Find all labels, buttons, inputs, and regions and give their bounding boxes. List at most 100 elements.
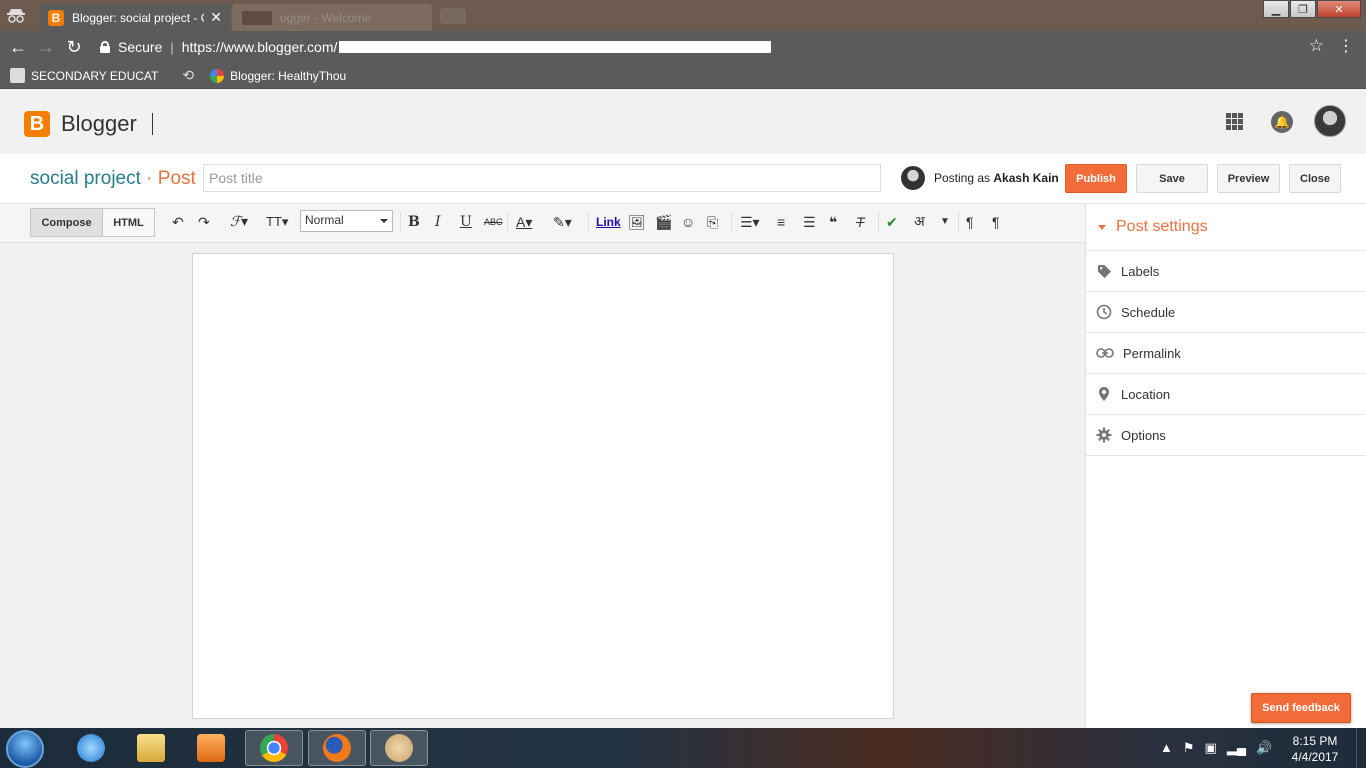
taskbar-media[interactable] (182, 730, 240, 766)
network-signal-icon[interactable]: ▂▄ (1227, 740, 1246, 756)
editor-mode-toggle: Compose HTML (30, 208, 155, 237)
gear-icon (1096, 427, 1112, 443)
google-favicon-icon (210, 68, 225, 83)
blogger-favicon-icon: B (48, 9, 64, 26)
save-button[interactable]: Save (1136, 164, 1208, 193)
apps-grid-icon[interactable] (1226, 113, 1243, 130)
reload-icon[interactable]: ↻ (60, 37, 88, 58)
taskbar-ie[interactable] (62, 730, 120, 766)
send-feedback-button[interactable]: Send feedback (1251, 693, 1351, 723)
tab-title: ogger - Welcome (280, 10, 372, 25)
volume-icon[interactable]: 🔊 (1256, 740, 1272, 756)
blogger-logo-icon[interactable]: B (24, 111, 50, 137)
tray-expand-icon[interactable]: ▲ (1160, 740, 1173, 756)
settings-item-permalink[interactable]: Permalink (1086, 333, 1366, 374)
font-size-icon[interactable]: TT▾ (266, 214, 288, 230)
insert-image-icon[interactable]: 🖼 (628, 214, 646, 230)
blogger-header: B Blogger 🔔 (0, 89, 1366, 154)
internet-explorer-icon (77, 734, 105, 762)
device-icon[interactable]: ▣ (1205, 740, 1217, 756)
post-type: Post (157, 168, 196, 189)
link-icon (1096, 345, 1114, 361)
strikethrough-icon[interactable]: ABC (484, 214, 503, 230)
spellcheck-icon[interactable]: ✔ (886, 214, 898, 230)
bulleted-list-icon[interactable]: ☰ (803, 214, 816, 230)
underline-icon[interactable]: U (460, 214, 472, 230)
blog-name[interactable]: social project (30, 168, 141, 189)
post-title-input[interactable] (203, 164, 881, 192)
clock-date: 4/4/2017 (1291, 750, 1339, 764)
taskbar-chrome[interactable] (245, 730, 303, 766)
location-pin-icon (1096, 386, 1112, 402)
url-redaction (339, 41, 772, 53)
italic-icon[interactable]: I (435, 214, 441, 230)
notifications-bell-icon[interactable]: 🔔 (1271, 111, 1293, 133)
post-title-bar: social project · Post Posting as Akash K… (0, 154, 1366, 204)
editor-area (0, 243, 1085, 728)
link-button[interactable]: Link (596, 214, 621, 230)
post-settings-header[interactable]: Post settings (1086, 204, 1366, 251)
post-settings-sidebar: Post settings Labels Schedule Permalink … (1085, 204, 1366, 728)
bold-icon[interactable]: B (408, 214, 420, 230)
text-color-icon[interactable]: A▾ (516, 214, 532, 230)
quote-icon[interactable]: ❝ (829, 214, 837, 230)
editor-toolbar: Compose HTML ↶ ↷ ℱ▾ TT▾ Normal B I U ABC… (0, 204, 1085, 243)
input-tools-icon[interactable]: अ (914, 214, 925, 230)
collapse-triangle-icon (1098, 225, 1106, 234)
input-tools-dropdown-icon[interactable]: ▼ (940, 214, 950, 230)
undo-icon[interactable]: ↶ (172, 214, 184, 230)
font-family-icon[interactable]: ℱ▾ (230, 214, 248, 230)
html-mode-button[interactable]: HTML (103, 208, 155, 237)
browser-tab-inactive[interactable]: ogger - Welcome (232, 4, 432, 31)
remove-formatting-icon[interactable]: T (856, 214, 865, 230)
bookmark-item[interactable]: SECONDARY EDUCAT (10, 68, 158, 83)
folder-icon (137, 734, 165, 762)
ltr-direction-icon[interactable]: ¶ (966, 214, 974, 230)
insert-jump-break-icon[interactable]: ⎘ (707, 214, 718, 230)
post-body-editor[interactable] (192, 253, 894, 719)
close-button[interactable]: Close (1289, 164, 1341, 193)
action-center-flag-icon[interactable]: ⚑ (1183, 740, 1195, 756)
settings-item-location[interactable]: Location (1086, 374, 1366, 415)
start-button-icon[interactable] (6, 730, 44, 768)
publish-button[interactable]: Publish (1065, 164, 1127, 193)
alignment-icon[interactable]: ☰▾ (740, 214, 760, 230)
taskbar-paint[interactable] (370, 730, 428, 766)
settings-item-label: Labels (1121, 263, 1160, 279)
brand-name[interactable]: Blogger (61, 111, 137, 137)
compose-mode-button[interactable]: Compose (30, 208, 103, 237)
bookmark-item[interactable]: ⟲ Blogger: HealthyThou (168, 67, 346, 84)
preview-button[interactable]: Preview (1217, 164, 1280, 193)
taskbar-firefox[interactable] (308, 730, 366, 766)
paragraph-format-select[interactable]: Normal (300, 210, 393, 232)
redo-icon[interactable]: ↷ (198, 214, 210, 230)
back-arrow-icon[interactable]: ← (4, 37, 32, 58)
forward-arrow-icon[interactable]: → (32, 37, 60, 58)
account-avatar[interactable] (1314, 105, 1346, 137)
url-text[interactable]: https://www.blogger.com/ (182, 39, 338, 55)
highlight-color-icon[interactable]: ✎▾ (553, 214, 572, 230)
new-tab-button[interactable] (440, 8, 466, 24)
close-tab-icon[interactable]: ✕ (210, 9, 222, 26)
browser-menu-icon[interactable]: ⋮ (1338, 36, 1354, 56)
clock-time: 8:15 PM (1292, 734, 1338, 748)
posting-as-prefix: Posting as (934, 171, 991, 185)
rtl-direction-icon[interactable]: ¶ (992, 214, 1000, 230)
insert-video-icon[interactable]: 🎬 (655, 214, 672, 230)
settings-item-labels[interactable]: Labels (1086, 251, 1366, 292)
insert-emoji-icon[interactable]: ☺ (681, 214, 695, 230)
window-close-button[interactable]: ✕ (1317, 0, 1361, 18)
settings-item-options[interactable]: Options (1086, 415, 1366, 456)
show-desktop-button[interactable] (1356, 728, 1366, 768)
maximize-button[interactable]: ❐ (1290, 0, 1316, 18)
browser-tab-active[interactable]: B Blogger: social project - C ✕ (40, 4, 230, 31)
bookmark-star-icon[interactable]: ☆ (1309, 36, 1324, 56)
settings-item-label: Schedule (1121, 304, 1176, 320)
system-clock[interactable]: 8:15 PM 4/4/2017 (1284, 733, 1346, 765)
os-taskbar: ▲ ⚑ ▣ ▂▄ 🔊 8:15 PM 4/4/2017 (0, 728, 1366, 768)
taskbar-explorer[interactable] (122, 730, 180, 766)
settings-item-schedule[interactable]: Schedule (1086, 292, 1366, 333)
system-tray: ▲ ⚑ ▣ ▂▄ 🔊 (1160, 740, 1282, 756)
minimize-button[interactable]: ▁ (1263, 0, 1289, 18)
numbered-list-icon[interactable]: ≡ (777, 214, 785, 230)
